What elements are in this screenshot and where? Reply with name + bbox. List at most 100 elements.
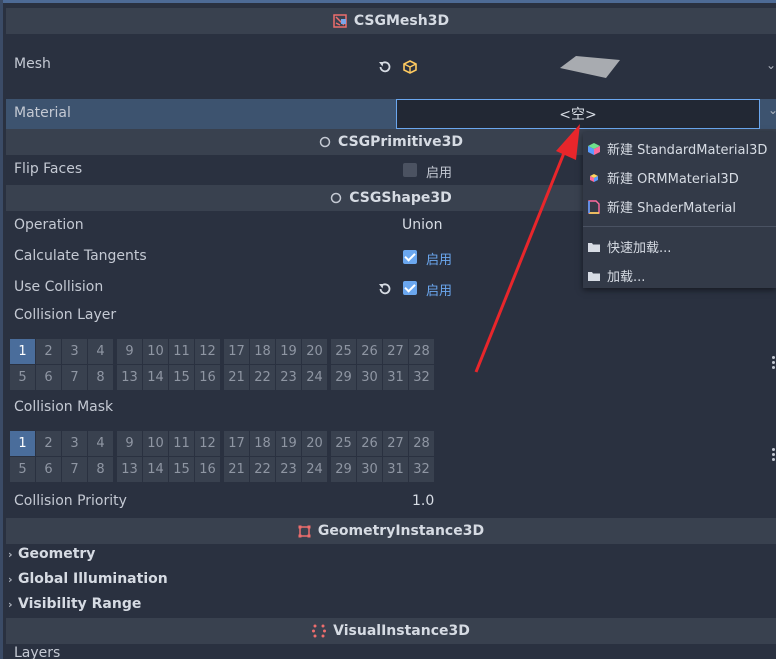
menu-item-new-standard-material[interactable]: 新建 StandardMaterial3D bbox=[587, 139, 767, 158]
collision-layer-cell[interactable]: 26 bbox=[357, 339, 382, 364]
collision-layer-cell[interactable]: 15 bbox=[169, 365, 194, 390]
mesh-resource-icon bbox=[403, 60, 417, 74]
revert-icon[interactable] bbox=[377, 59, 393, 75]
panel-top-border bbox=[0, 0, 776, 3]
kebab-menu-icon[interactable] bbox=[772, 448, 776, 463]
collision-mask-cell[interactable]: 12 bbox=[195, 431, 220, 456]
menu-item-load[interactable]: 加载... bbox=[587, 266, 645, 285]
collision-mask-cell[interactable]: 26 bbox=[357, 431, 382, 456]
collision-layer-cell[interactable]: 18 bbox=[250, 339, 275, 364]
menu-item-new-orm-material[interactable]: 新建 ORMMaterial3D bbox=[587, 168, 739, 187]
flip-faces-checkbox[interactable] bbox=[403, 163, 417, 177]
collision-mask-cell[interactable]: 13 bbox=[117, 457, 142, 482]
collision-mask-cell[interactable]: 31 bbox=[383, 457, 408, 482]
property-label: Operation bbox=[14, 217, 84, 233]
collision-mask-cell[interactable]: 9 bbox=[117, 431, 142, 456]
collision-layer-cell[interactable]: 19 bbox=[276, 339, 301, 364]
use-collision-checkbox[interactable] bbox=[403, 281, 417, 295]
collision-layer-cell[interactable]: 16 bbox=[195, 365, 220, 390]
chevron-right-icon: › bbox=[8, 598, 13, 611]
mesh-preview-thumbnail[interactable] bbox=[558, 54, 622, 80]
property-label: Mesh bbox=[14, 56, 51, 72]
checkbox-label: 启用 bbox=[426, 253, 453, 268]
collision-layer-cell[interactable]: 13 bbox=[117, 365, 142, 390]
collision-mask-cell[interactable]: 16 bbox=[195, 457, 220, 482]
chevron-right-icon: › bbox=[8, 573, 13, 586]
menu-item-new-shader-material[interactable]: 新建 ShaderMaterial bbox=[587, 197, 736, 216]
calculate-tangents-checkbox[interactable] bbox=[403, 250, 417, 264]
collision-mask-cell[interactable]: 24 bbox=[302, 457, 327, 482]
collision-mask-cell[interactable]: 2 bbox=[36, 431, 61, 456]
collision-layer-cell[interactable]: 8 bbox=[88, 365, 113, 390]
collision-mask-cell[interactable]: 27 bbox=[383, 431, 408, 456]
chevron-down-icon[interactable]: ⌄ bbox=[768, 103, 776, 117]
property-label: Layers bbox=[14, 645, 61, 659]
operation-dropdown[interactable]: Union bbox=[402, 217, 442, 233]
collision-mask-cell[interactable]: 32 bbox=[409, 457, 434, 482]
section-title: CSGShape3D bbox=[349, 190, 452, 206]
collision-mask-cell[interactable]: 20 bbox=[302, 431, 327, 456]
property-label: Use Collision bbox=[14, 279, 104, 295]
collision-layer-cell[interactable]: 27 bbox=[383, 339, 408, 364]
collision-layer-cell[interactable]: 5 bbox=[10, 365, 35, 390]
collision-layer-cell[interactable]: 14 bbox=[143, 365, 168, 390]
material-resource-picker[interactable]: <空> bbox=[396, 99, 760, 129]
collision-mask-cell[interactable]: 30 bbox=[357, 457, 382, 482]
collision-layer-cell[interactable]: 6 bbox=[36, 365, 61, 390]
collision-layer-cell[interactable]: 30 bbox=[357, 365, 382, 390]
collision-mask-cell[interactable]: 11 bbox=[169, 431, 194, 456]
section-title: CSGPrimitive3D bbox=[338, 134, 463, 150]
collision-layer-cell[interactable]: 29 bbox=[331, 365, 356, 390]
collision-layer-cell[interactable]: 7 bbox=[62, 365, 87, 390]
menu-item-quick-load[interactable]: 快速加载... bbox=[587, 237, 671, 256]
collision-mask-cell[interactable]: 5 bbox=[10, 457, 35, 482]
collision-layer-cell[interactable]: 12 bbox=[195, 339, 220, 364]
collision-layer-cell[interactable]: 23 bbox=[276, 365, 301, 390]
collision-layer-cell[interactable]: 1 bbox=[10, 339, 35, 364]
collision-mask-cell[interactable]: 17 bbox=[224, 431, 249, 456]
collision-layer-cell[interactable]: 2 bbox=[36, 339, 61, 364]
folder-icon bbox=[587, 240, 601, 254]
collision-mask-cell[interactable]: 23 bbox=[276, 457, 301, 482]
collision-mask-cell[interactable]: 18 bbox=[250, 431, 275, 456]
collision-mask-cell[interactable]: 3 bbox=[62, 431, 87, 456]
chevron-down-icon[interactable]: ⌄ bbox=[766, 58, 776, 72]
collision-layer-cell[interactable]: 11 bbox=[169, 339, 194, 364]
collapsible-visibility-range[interactable]: › Visibility Range bbox=[8, 596, 141, 612]
collision-layer-cell[interactable]: 22 bbox=[250, 365, 275, 390]
collision-mask-cell[interactable]: 1 bbox=[10, 431, 35, 456]
collision-mask-cell[interactable]: 4 bbox=[88, 431, 113, 456]
collapsible-global-illumination[interactable]: › Global Illumination bbox=[8, 571, 168, 587]
collision-mask-cell[interactable]: 6 bbox=[36, 457, 61, 482]
collision-layer-cell[interactable]: 28 bbox=[409, 339, 434, 364]
collision-layer-cell[interactable]: 4 bbox=[88, 339, 113, 364]
collision-mask-cell[interactable]: 7 bbox=[62, 457, 87, 482]
collision-mask-cell[interactable]: 10 bbox=[143, 431, 168, 456]
collision-mask-cell[interactable]: 14 bbox=[143, 457, 168, 482]
collision-layer-cell[interactable]: 9 bbox=[117, 339, 142, 364]
collision-mask-cell[interactable]: 29 bbox=[331, 457, 356, 482]
material-popup-menu: 新建 StandardMaterial3D 新建 ORMMaterial3D 新… bbox=[583, 132, 776, 288]
property-label: Collision Layer bbox=[14, 307, 117, 323]
collision-mask-cell[interactable]: 25 bbox=[331, 431, 356, 456]
collision-layer-cell[interactable]: 10 bbox=[143, 339, 168, 364]
collision-mask-cell[interactable]: 21 bbox=[224, 457, 249, 482]
collision-mask-cell[interactable]: 22 bbox=[250, 457, 275, 482]
collision-mask-cell[interactable]: 8 bbox=[88, 457, 113, 482]
collision-layer-cell[interactable]: 21 bbox=[224, 365, 249, 390]
collision-mask-cell[interactable]: 15 bbox=[169, 457, 194, 482]
collision-layer-cell[interactable]: 17 bbox=[224, 339, 249, 364]
collision-layer-cell[interactable]: 20 bbox=[302, 339, 327, 364]
collision-layer-cell[interactable]: 24 bbox=[302, 365, 327, 390]
collision-mask-cell[interactable]: 19 bbox=[276, 431, 301, 456]
collision-layer-cell[interactable]: 31 bbox=[383, 365, 408, 390]
collision-layer-cell[interactable]: 25 bbox=[331, 339, 356, 364]
kebab-menu-icon[interactable] bbox=[772, 356, 776, 371]
property-label: Material bbox=[14, 105, 71, 121]
revert-icon[interactable] bbox=[377, 281, 393, 297]
collision-priority-spinbox[interactable]: 1.0 bbox=[412, 493, 434, 509]
collapsible-geometry[interactable]: › Geometry bbox=[8, 546, 95, 562]
collision-mask-cell[interactable]: 28 bbox=[409, 431, 434, 456]
collision-layer-cell[interactable]: 32 bbox=[409, 365, 434, 390]
collision-layer-cell[interactable]: 3 bbox=[62, 339, 87, 364]
